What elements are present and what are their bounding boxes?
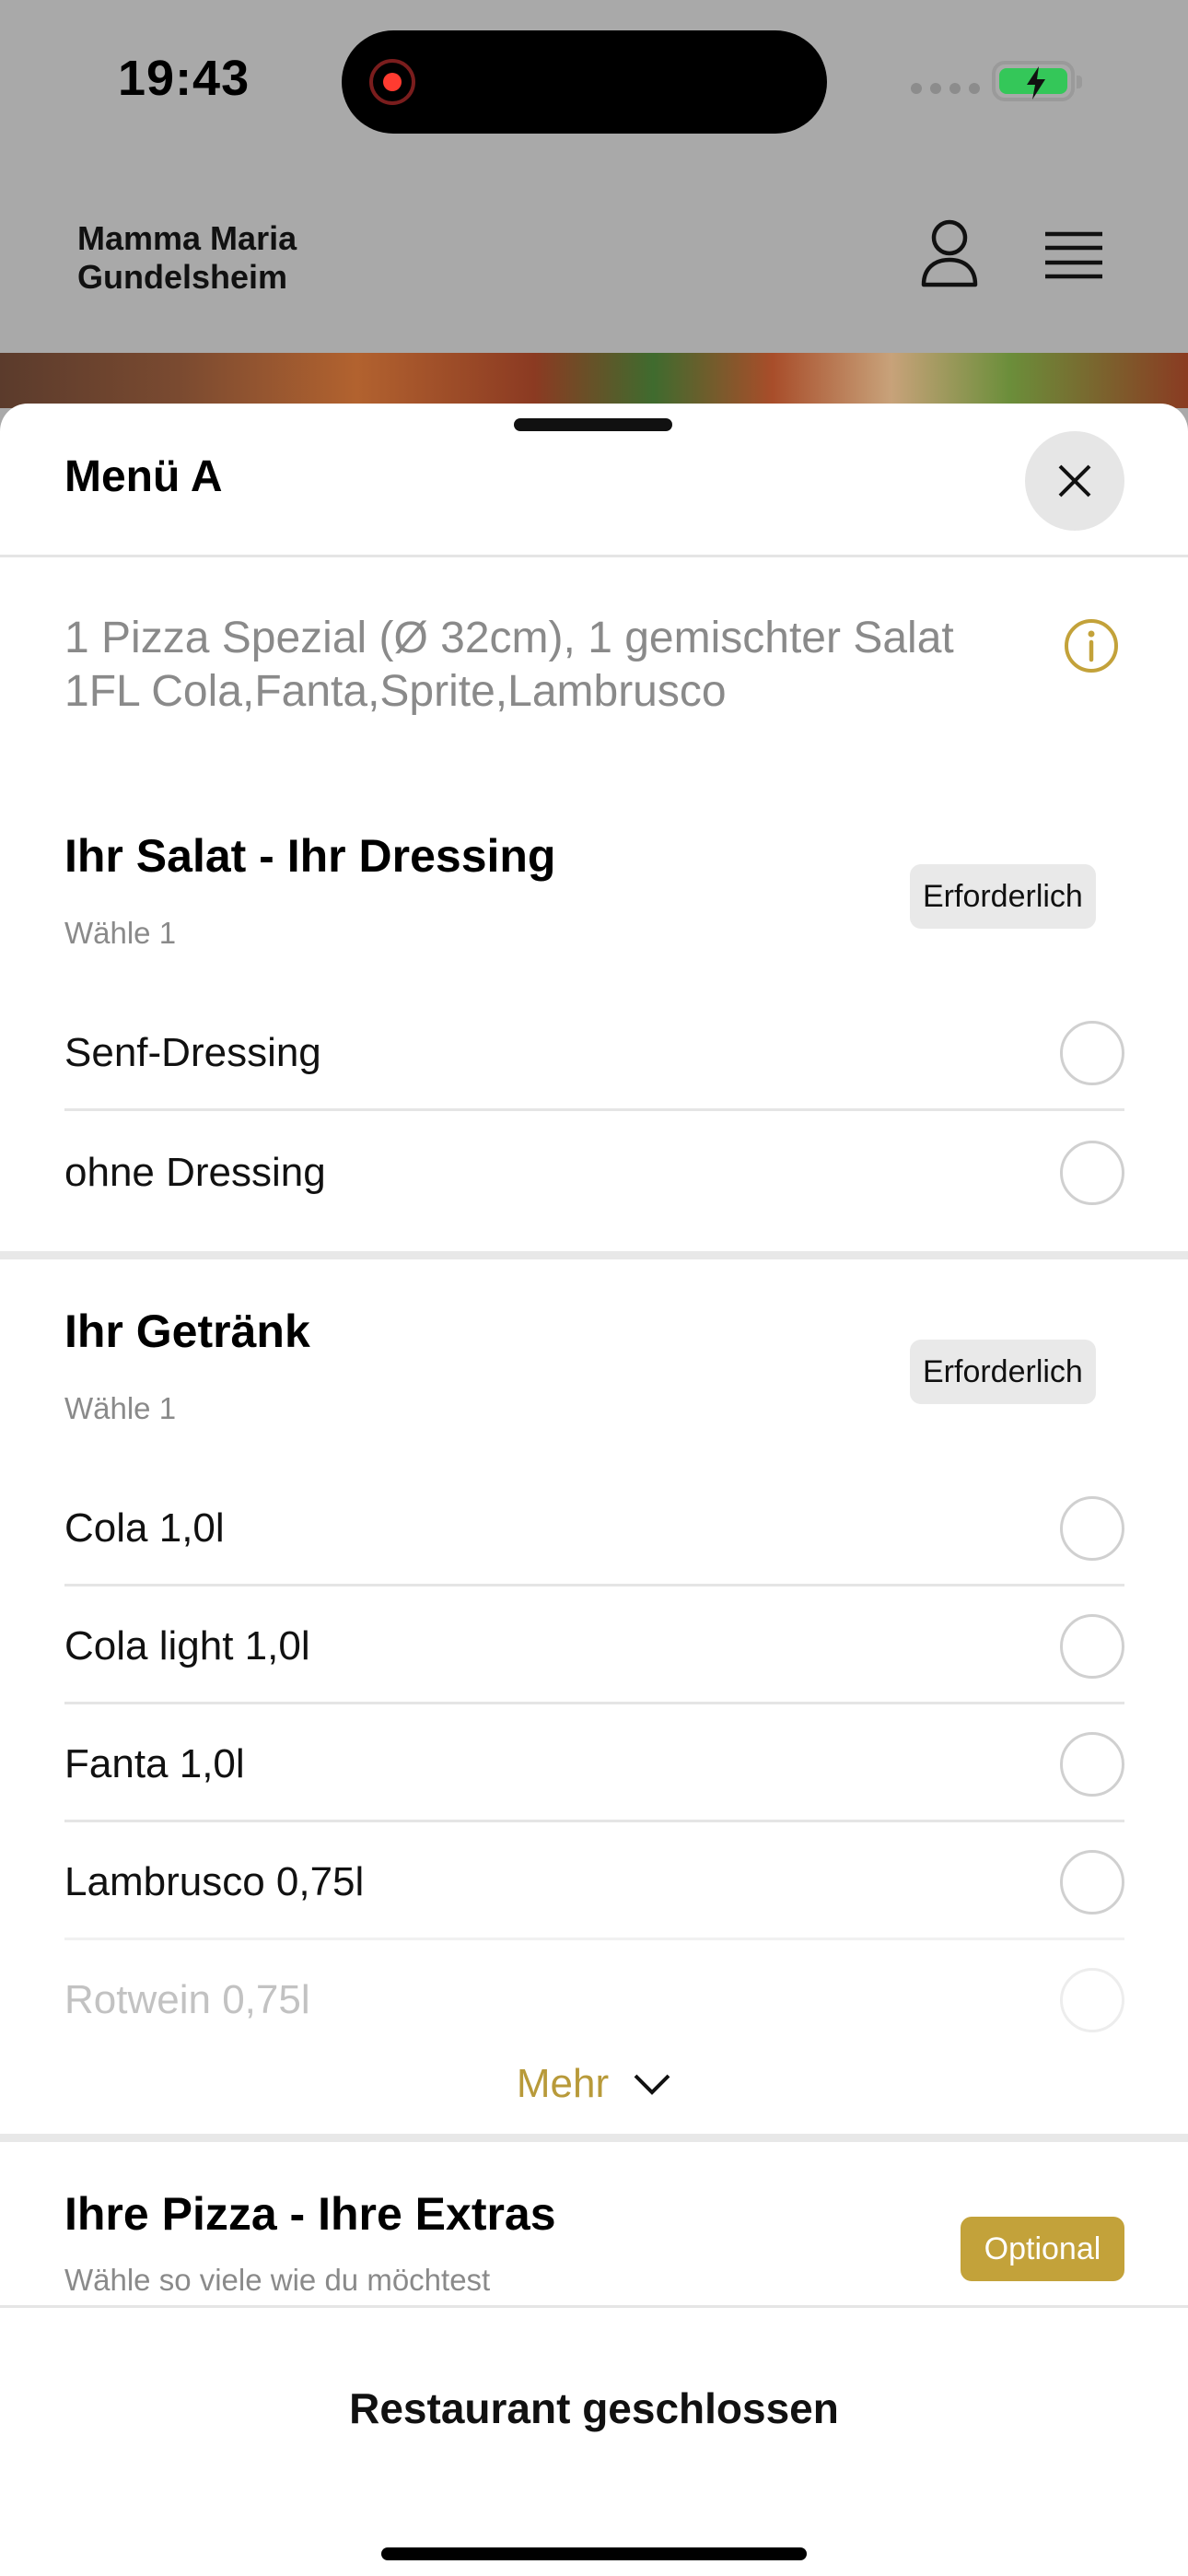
sheet-grabber[interactable] bbox=[514, 418, 672, 431]
group-subtitle-dressing: Wähle 1 bbox=[64, 916, 177, 950]
radio-button[interactable] bbox=[1060, 1732, 1124, 1797]
required-badge: Erforderlich bbox=[910, 864, 1096, 929]
bottom-bar: Restaurant geschlossen bbox=[0, 2305, 1188, 2576]
close-icon bbox=[1058, 464, 1091, 498]
option-lambrusco[interactable]: Lambrusco 0,75l bbox=[64, 1822, 1124, 1940]
dynamic-island bbox=[342, 30, 827, 134]
chevron-down-icon bbox=[634, 2074, 670, 2095]
group-subtitle-getraenk: Wähle 1 bbox=[64, 1391, 177, 1425]
info-icon[interactable] bbox=[1063, 617, 1120, 674]
radio-button[interactable] bbox=[1060, 1496, 1124, 1561]
optional-badge: Optional bbox=[961, 2217, 1124, 2281]
option-ohne-dressing[interactable]: ohne Dressing bbox=[64, 1113, 1124, 1231]
hamburger-menu-icon[interactable] bbox=[1043, 230, 1104, 280]
option-fanta[interactable]: Fanta 1,0l bbox=[64, 1704, 1124, 1822]
radio-button[interactable] bbox=[1060, 1614, 1124, 1679]
battery-icon bbox=[992, 61, 1082, 101]
radio-button[interactable] bbox=[1060, 1850, 1124, 1914]
option-label: Cola light 1,0l bbox=[64, 1623, 310, 1669]
section-divider bbox=[0, 2134, 1188, 2142]
more-button[interactable]: Mehr bbox=[0, 2047, 1188, 2121]
option-label: Cola 1,0l bbox=[64, 1505, 225, 1551]
more-label: Mehr bbox=[516, 2061, 610, 2106]
option-rotwein[interactable]: Rotwein 0,75l bbox=[64, 1940, 1124, 2058]
restaurant-closed-label: Restaurant geschlossen bbox=[349, 2384, 839, 2432]
recording-icon bbox=[369, 59, 415, 105]
option-cola-light[interactable]: Cola light 1,0l bbox=[64, 1587, 1124, 1704]
signal-icon bbox=[911, 83, 980, 94]
option-label: Fanta 1,0l bbox=[64, 1741, 245, 1786]
option-label: ohne Dressing bbox=[64, 1150, 326, 1195]
item-description: 1 Pizza Spezial (Ø 32cm), 1 gemischter S… bbox=[64, 614, 954, 716]
option-label: Rotwein 0,75l bbox=[64, 1977, 310, 2022]
status-bar: 19:43 bbox=[0, 0, 1188, 166]
option-label: Lambrusco 0,75l bbox=[64, 1859, 365, 1904]
status-time: 19:43 bbox=[118, 51, 250, 106]
group-subtitle-extras: Wähle so viele wie du möchtest bbox=[64, 2263, 491, 2297]
group-title-dressing: Ihr Salat - Ihr Dressing bbox=[64, 830, 556, 882]
menu-detail-sheet: Menü A 1 Pizza Spezial (Ø 32cm), 1 gemis… bbox=[0, 404, 1188, 2576]
group-title-getraenk: Ihr Getränk bbox=[64, 1306, 310, 1357]
section-divider bbox=[0, 1251, 1188, 1259]
radio-button[interactable] bbox=[1060, 1141, 1124, 1205]
radio-button[interactable] bbox=[1060, 1021, 1124, 1085]
option-cola[interactable]: Cola 1,0l bbox=[64, 1469, 1124, 1587]
option-senf-dressing[interactable]: Senf-Dressing bbox=[64, 993, 1124, 1111]
home-indicator[interactable] bbox=[381, 2547, 807, 2560]
close-button[interactable] bbox=[1025, 431, 1124, 531]
option-label: Senf-Dressing bbox=[64, 1030, 321, 1075]
restaurant-name[interactable]: Mamma Maria Gundelsheim bbox=[77, 219, 297, 297]
radio-button[interactable] bbox=[1060, 1968, 1124, 2032]
user-icon[interactable] bbox=[919, 217, 980, 287]
sheet-title: Menü A bbox=[64, 452, 223, 501]
app-header: Mamma Maria Gundelsheim bbox=[0, 166, 1188, 353]
group-title-extras: Ihre Pizza - Ihre Extras bbox=[64, 2188, 556, 2240]
required-badge: Erforderlich bbox=[910, 1340, 1096, 1404]
hero-image bbox=[0, 353, 1188, 408]
divider bbox=[0, 555, 1188, 557]
